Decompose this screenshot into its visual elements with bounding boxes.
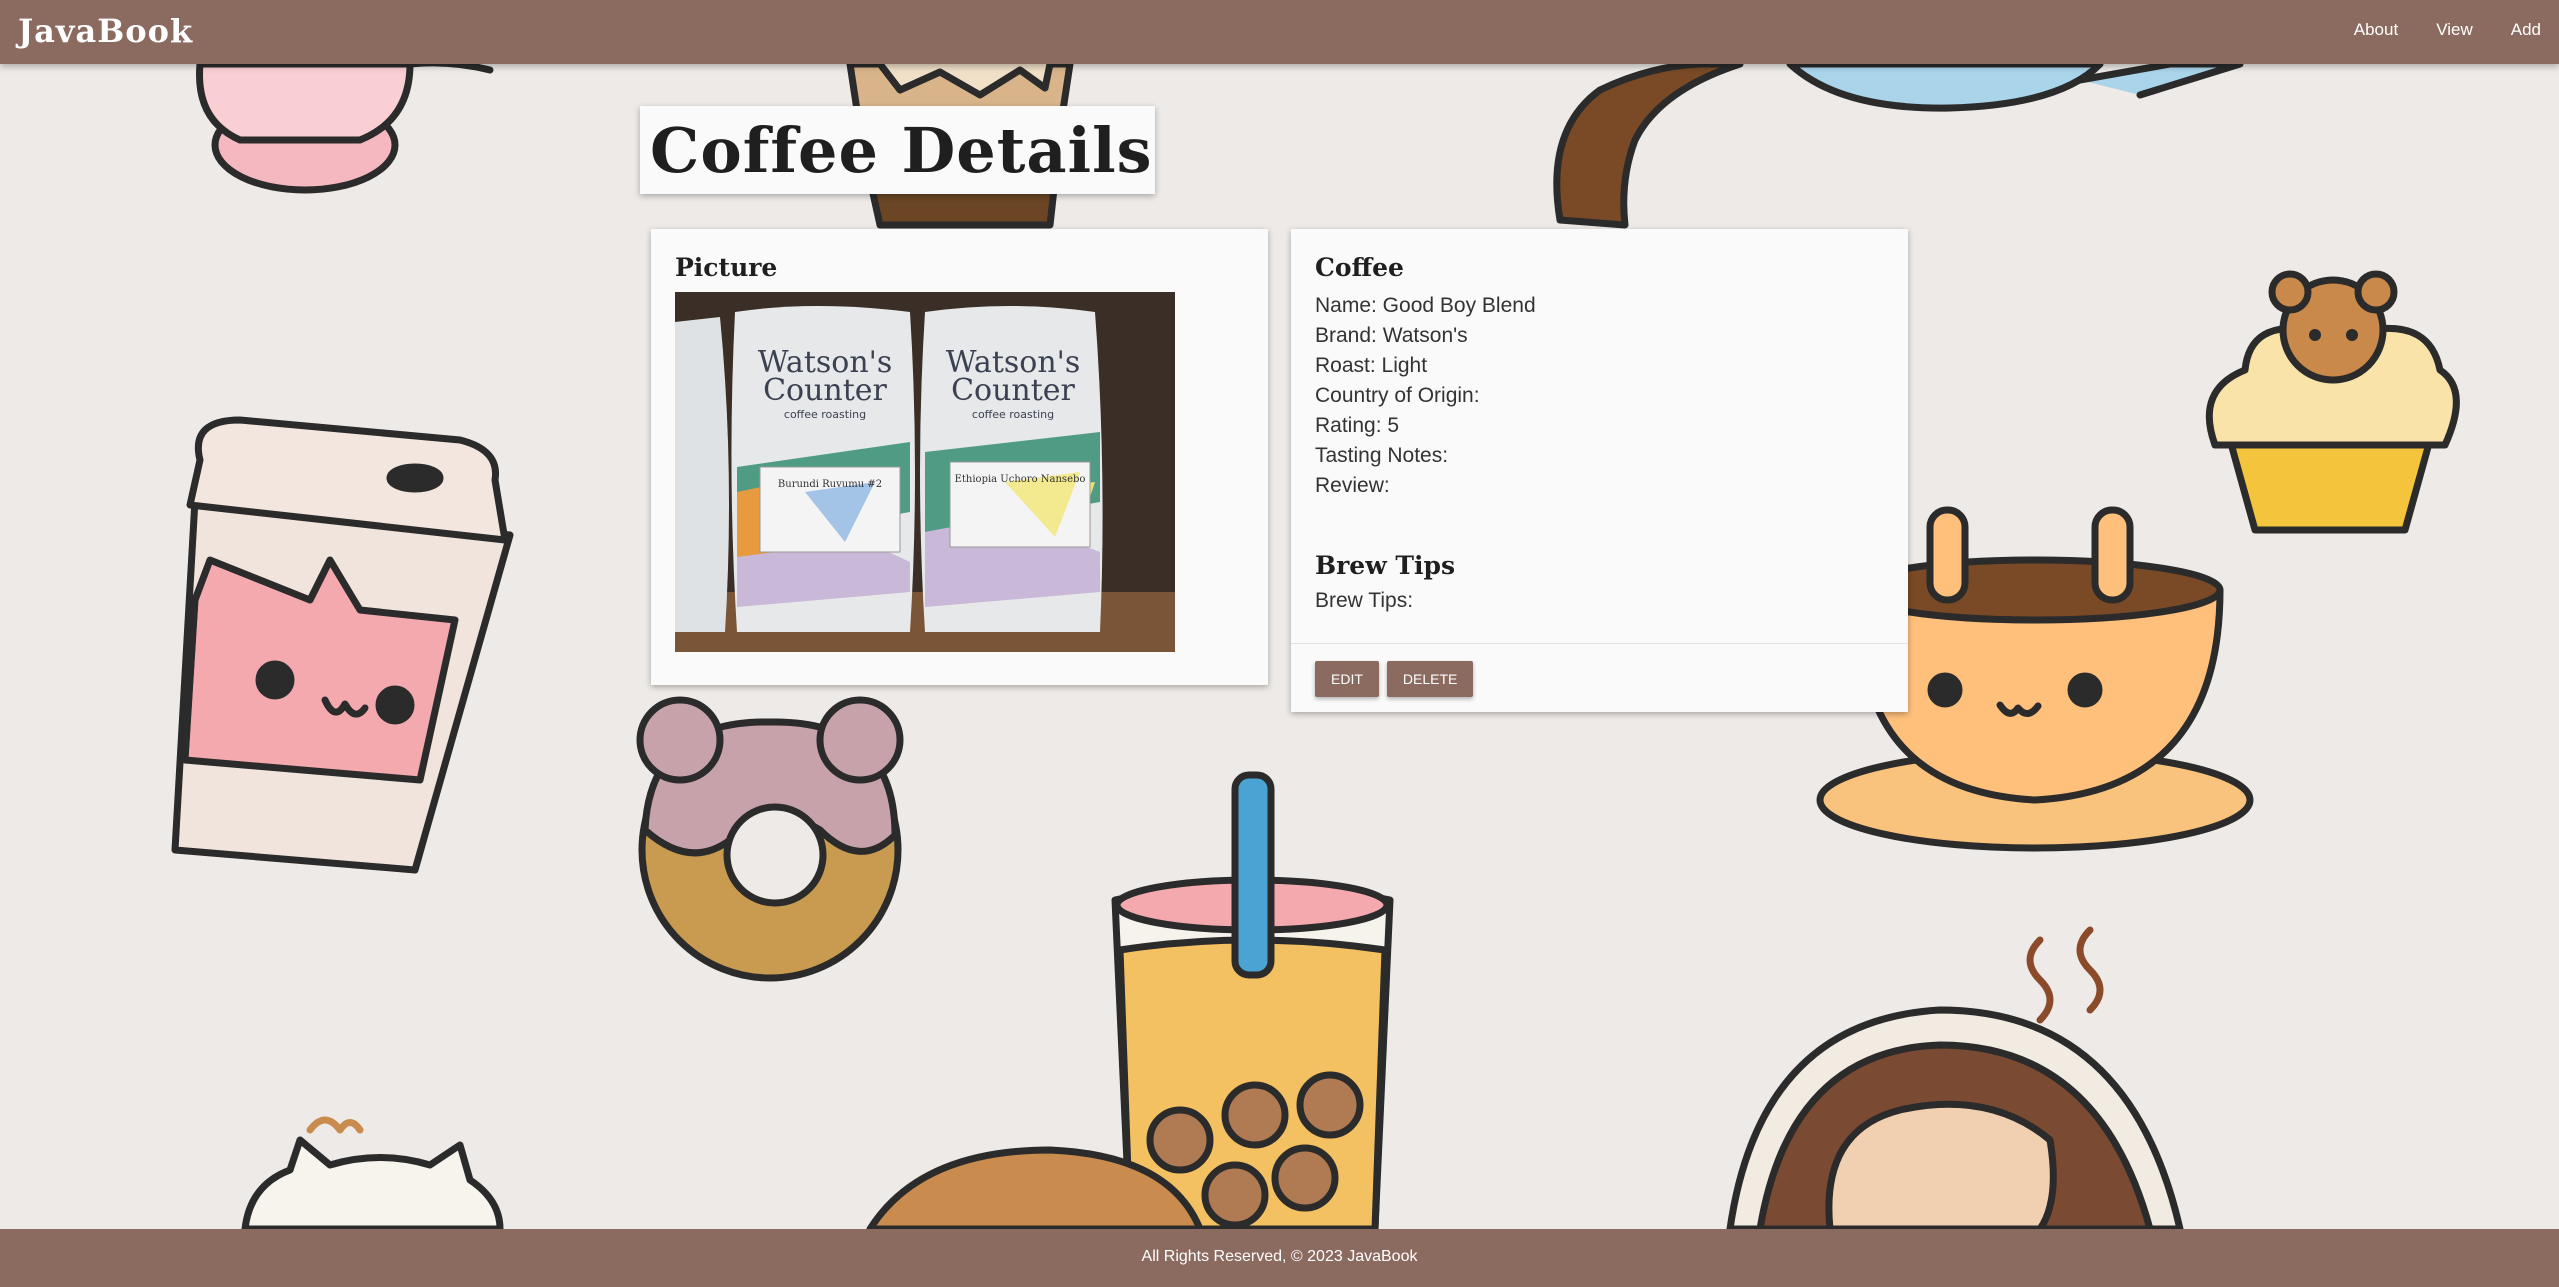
detail-review: Review: (1315, 474, 1390, 497)
coffee-photo: Watson's Counter coffee roasting Burundi… (675, 292, 1175, 652)
svg-text:Ethiopia Uchoro Nansebo: Ethiopia Uchoro Nansebo (955, 474, 1086, 485)
nav-links: About View Add (2354, 20, 2541, 40)
brew-tips-text: Brew Tips: (1315, 589, 1414, 612)
card-divider (1291, 643, 1908, 644)
brew-tips-title: Brew Tips (1315, 551, 1456, 580)
nav-link-view[interactable]: View (2436, 20, 2473, 40)
coffee-bag-right: Watson's Counter coffee roasting Ethiopi… (920, 306, 1103, 632)
nav-link-add[interactable]: Add (2511, 20, 2541, 40)
picture-card: Picture Watson's Counter coffee roasting… (651, 229, 1268, 685)
footer-copyright: All Rights Reserved, © 2023 JavaBook (1141, 1248, 1418, 1265)
page-title-box: Coffee Details (640, 106, 1155, 194)
kitten-icon (241, 1116, 504, 1233)
delete-button[interactable]: DELETE (1386, 661, 1474, 697)
svg-text:coffee roasting: coffee roasting (972, 408, 1054, 421)
boba-tea-icon (1111, 771, 1394, 1233)
cute-cafe-background (171, 59, 2460, 1233)
card-actions: EDIT DELETE (1315, 661, 1474, 697)
detail-rating: Rating: 5 (1315, 414, 1400, 437)
svg-text:Counter: Counter (763, 373, 887, 408)
svg-text:Burundi Ruvumu #2: Burundi Ruvumu #2 (778, 479, 882, 490)
svg-text:coffee roasting: coffee roasting (784, 408, 866, 421)
detail-name: Name: Good Boy Blend (1315, 294, 1536, 317)
latte-art-cup-icon (1726, 926, 2184, 1233)
pink-teapot-icon (196, 59, 494, 194)
coffee-detail-list: Name: Good Boy Blend Brand: Watson's Roa… (1315, 291, 1536, 501)
coffee-card-title: Coffee (1315, 253, 1404, 282)
detail-country-of-origin: Country of Origin: (1315, 384, 1480, 407)
page-title: Coffee Details (650, 114, 1153, 187)
bear-donut-icon (636, 696, 904, 982)
cat-coffee-cup-icon (171, 416, 514, 874)
blue-teapot-icon (1786, 60, 2244, 112)
footer: All Rights Reserved, © 2023 JavaBook (0, 1229, 2559, 1287)
detail-brand: Brand: Watson's (1315, 324, 1468, 347)
detail-tasting-notes: Tasting Notes: (1315, 444, 1449, 467)
coffee-bag-left: Watson's Counter coffee roasting Burundi… (731, 306, 915, 632)
bear-cupcake-icon (2205, 270, 2460, 534)
nav-link-about[interactable]: About (2354, 20, 2398, 40)
brand-logo[interactable]: JavaBook (18, 12, 193, 50)
svg-text:Counter: Counter (951, 373, 1075, 408)
detail-roast: Roast: Light (1315, 354, 1428, 377)
coffee-details-card: Coffee Name: Good Boy Blend Brand: Watso… (1291, 229, 1908, 712)
picture-card-title: Picture (675, 253, 778, 282)
edit-button[interactable]: EDIT (1315, 661, 1379, 697)
teapot-handle-icon (1553, 60, 1744, 229)
top-navbar: JavaBook About View Add (0, 0, 2559, 64)
